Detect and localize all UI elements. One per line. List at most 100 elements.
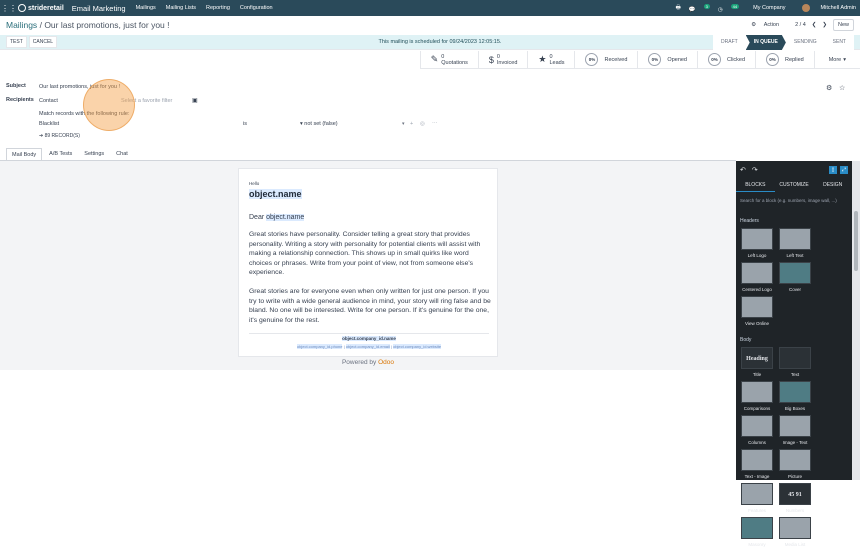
block-left-logo[interactable]: Left Logo xyxy=(739,228,775,258)
block-numbers[interactable]: 45 91 Numbers xyxy=(777,483,813,513)
scrollbar-thumb[interactable] xyxy=(854,211,858,271)
block-comparisons[interactable]: Comparisons xyxy=(739,381,775,411)
recipients-model-select[interactable]: Contact xyxy=(39,98,58,104)
rule-caret-icon[interactable]: ▾ xyxy=(402,121,405,127)
body-section-label: Body xyxy=(740,337,752,343)
breadcrumb-root[interactable]: Mailings xyxy=(6,20,37,30)
leads-button[interactable]: ★ 0 Leads xyxy=(527,51,574,68)
quotations-button[interactable]: ✎ 0 Quotations xyxy=(419,51,478,68)
user-menu[interactable]: Mitchell Admin xyxy=(794,4,856,12)
redo-icon[interactable]: ↷ xyxy=(752,166,758,174)
favorite-star-icon[interactable]: ☆ xyxy=(839,84,845,92)
block-columns[interactable]: Columns xyxy=(739,415,775,445)
apps-menu-icon[interactable]: ⋮⋮ xyxy=(0,4,18,13)
block-label: Text - Image xyxy=(744,474,770,479)
rule-field-select[interactable]: Blacklist xyxy=(39,121,239,127)
opened-button[interactable]: 0% Opened xyxy=(637,51,697,68)
company-email[interactable]: object.company_id.email xyxy=(345,344,390,349)
stage-in-queue[interactable]: IN QUEUE xyxy=(745,35,786,50)
company-contacts: object.company_id.phone | object.company… xyxy=(239,344,499,349)
greeting-prefix: Dear xyxy=(249,214,267,221)
block-big-boxes[interactable]: Big Boxes xyxy=(777,381,813,411)
records-count: 89 RECORD(S) xyxy=(44,133,80,139)
company-phone[interactable]: object.company_id.phone xyxy=(296,344,343,349)
block-left-text[interactable]: Left Text xyxy=(777,228,813,258)
click-indicator xyxy=(83,79,135,131)
user-name: Mitchell Admin xyxy=(820,5,856,12)
test-button[interactable]: TEST xyxy=(6,36,27,48)
text-image-thumbnail xyxy=(741,449,773,471)
block-search-input[interactable]: Search for a block (e.g. numbers, image … xyxy=(740,196,848,206)
save-filter-icon[interactable]: ▣ xyxy=(192,97,198,104)
more-button[interactable]: More ▾ xyxy=(813,51,860,68)
cancel-button[interactable]: CANCEL xyxy=(28,36,58,48)
paragraph-2[interactable]: Great stories are for everyone even when… xyxy=(249,287,491,325)
print-icon[interactable]: 🖶 xyxy=(676,4,681,13)
block-picture[interactable]: Picture xyxy=(777,449,813,479)
chat-icon[interactable]: 💬3 xyxy=(689,3,710,12)
clicked-button[interactable]: 0% Clicked xyxy=(697,51,755,68)
app-name[interactable]: Email Marketing xyxy=(72,4,126,13)
replied-button[interactable]: 0% Replied xyxy=(755,51,814,68)
company-name-text: object.company_id.name xyxy=(342,336,396,341)
block-masonry[interactable]: Masonry xyxy=(739,517,775,547)
block-media-list[interactable]: Media List xyxy=(777,517,813,547)
menu-mailing-lists[interactable]: Mailing Lists xyxy=(166,5,196,11)
menu-configuration[interactable]: Configuration xyxy=(240,5,273,11)
subject-input[interactable]: Our last promotions, just for you ! xyxy=(39,84,819,90)
rule-more-icon[interactable]: ··· xyxy=(432,120,438,126)
block-label: Big Boxes xyxy=(784,406,806,411)
settings-icon[interactable]: ⚙ xyxy=(826,84,832,92)
greeting[interactable]: Dear object.name xyxy=(249,214,305,221)
records-link[interactable]: ➔ 89 RECORD(S) xyxy=(39,133,80,139)
block-label: Centered Logo xyxy=(742,287,772,292)
received-button[interactable]: 0% Received xyxy=(574,51,637,68)
stage-draft[interactable]: DRAFT xyxy=(713,35,746,50)
tab-design[interactable]: DESIGN xyxy=(813,179,852,191)
brand-name: strideretail xyxy=(28,4,64,12)
block-text-image[interactable]: Text - Image xyxy=(739,449,775,479)
email-title[interactable]: object.name xyxy=(249,189,302,199)
email-body[interactable]: Hello object.name Dear object.name Great… xyxy=(238,168,498,357)
fullscreen-icon[interactable]: ⤢ xyxy=(840,165,848,174)
block-features[interactable]: Features xyxy=(739,483,775,513)
breadcrumb: Mailings / Our last promotions, just for… xyxy=(6,20,170,30)
title-placeholder: object.name xyxy=(249,189,302,199)
recipients-label: Recipients xyxy=(6,97,34,103)
paragraph-1[interactable]: Great stories have personality. Consider… xyxy=(249,230,491,278)
stage-sent[interactable]: SENT xyxy=(825,35,854,50)
new-button[interactable]: New xyxy=(832,19,854,31)
block-label: Cover xyxy=(788,287,801,292)
pager-prev-icon[interactable]: ❮ xyxy=(812,22,817,28)
stage-sending[interactable]: SENDING xyxy=(786,35,825,50)
pager-value[interactable]: 2 / 4 xyxy=(795,22,806,28)
add-rule-icon[interactable]: + xyxy=(410,121,413,127)
rule-toggle-icon[interactable]: ◎ xyxy=(420,121,425,127)
undo-icon[interactable]: ↶ xyxy=(740,166,746,174)
numbers-thumbnail: 45 91 xyxy=(779,483,811,505)
block-view-online[interactable]: View Online xyxy=(739,296,775,326)
menu-reporting[interactable]: Reporting xyxy=(206,5,230,11)
block-centered-logo[interactable]: Centered Logo xyxy=(739,262,775,292)
activity-icon[interactable]: ◷44 xyxy=(718,3,740,12)
centered-logo-thumbnail xyxy=(741,262,773,284)
company-website[interactable]: object.company_id.website xyxy=(393,344,442,349)
company-switcher[interactable]: My Company xyxy=(753,5,785,11)
block-title[interactable]: Heading Title xyxy=(739,347,775,377)
menu-mailings[interactable]: Mailings xyxy=(136,5,156,11)
cover-thumbnail xyxy=(779,262,811,284)
mobile-preview-icon[interactable]: ▯ xyxy=(829,165,837,174)
rule-value-select[interactable]: ▾ not set (false) xyxy=(300,121,406,127)
block-cover[interactable]: Cover xyxy=(777,262,813,292)
rule-operator[interactable]: is xyxy=(243,121,247,127)
block-text[interactable]: Text xyxy=(777,347,813,377)
tab-customize[interactable]: CUSTOMIZE xyxy=(775,179,814,191)
block-image-text[interactable]: Image - Text xyxy=(777,415,813,445)
odoo-link[interactable]: Odoo xyxy=(378,359,394,366)
pager-next-icon[interactable]: ❯ xyxy=(822,22,827,28)
sidebar-scrollbar[interactable] xyxy=(852,161,860,480)
invoiced-button[interactable]: $0 Invoiced xyxy=(477,51,528,68)
block-label: Features xyxy=(748,508,766,513)
tab-blocks[interactable]: BLOCKS xyxy=(736,179,775,192)
action-menu[interactable]: ⚙ Action xyxy=(745,22,779,28)
